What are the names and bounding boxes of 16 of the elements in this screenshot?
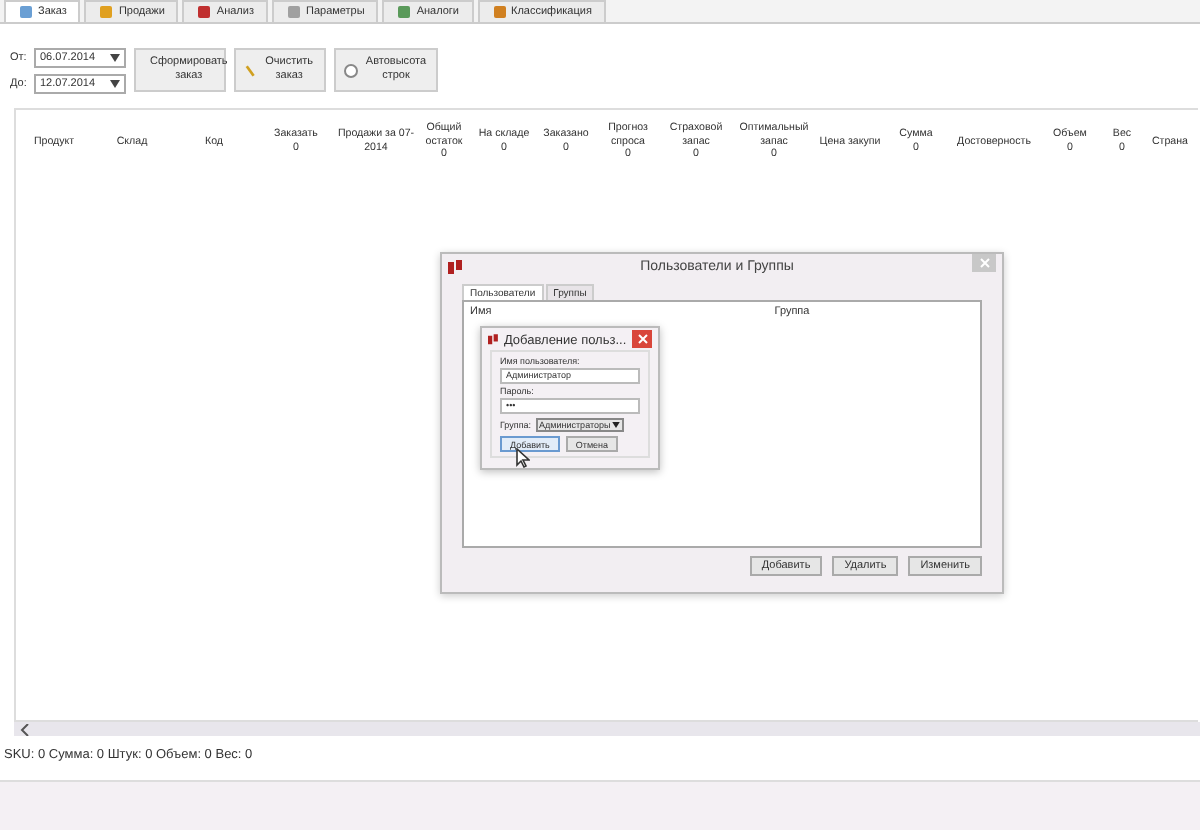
caret-icon[interactable] [110, 79, 120, 87]
tab-icon [18, 4, 34, 20]
app-icon [488, 332, 498, 348]
tab-icon [286, 4, 302, 20]
tab-icon [98, 4, 115, 20]
close-icon[interactable] [637, 334, 648, 344]
scroll-left-icon[interactable] [20, 723, 30, 735]
mouse-cursor-icon [516, 448, 530, 468]
caret-icon[interactable] [110, 53, 120, 61]
app-icon [448, 259, 462, 275]
close-button[interactable] [632, 330, 652, 348]
tab-icon [196, 4, 213, 20]
horizontal-scrollbar[interactable] [14, 722, 1200, 736]
tab-icon [396, 4, 413, 20]
caret-icon[interactable] [612, 422, 621, 428]
tab-icon [491, 4, 508, 20]
